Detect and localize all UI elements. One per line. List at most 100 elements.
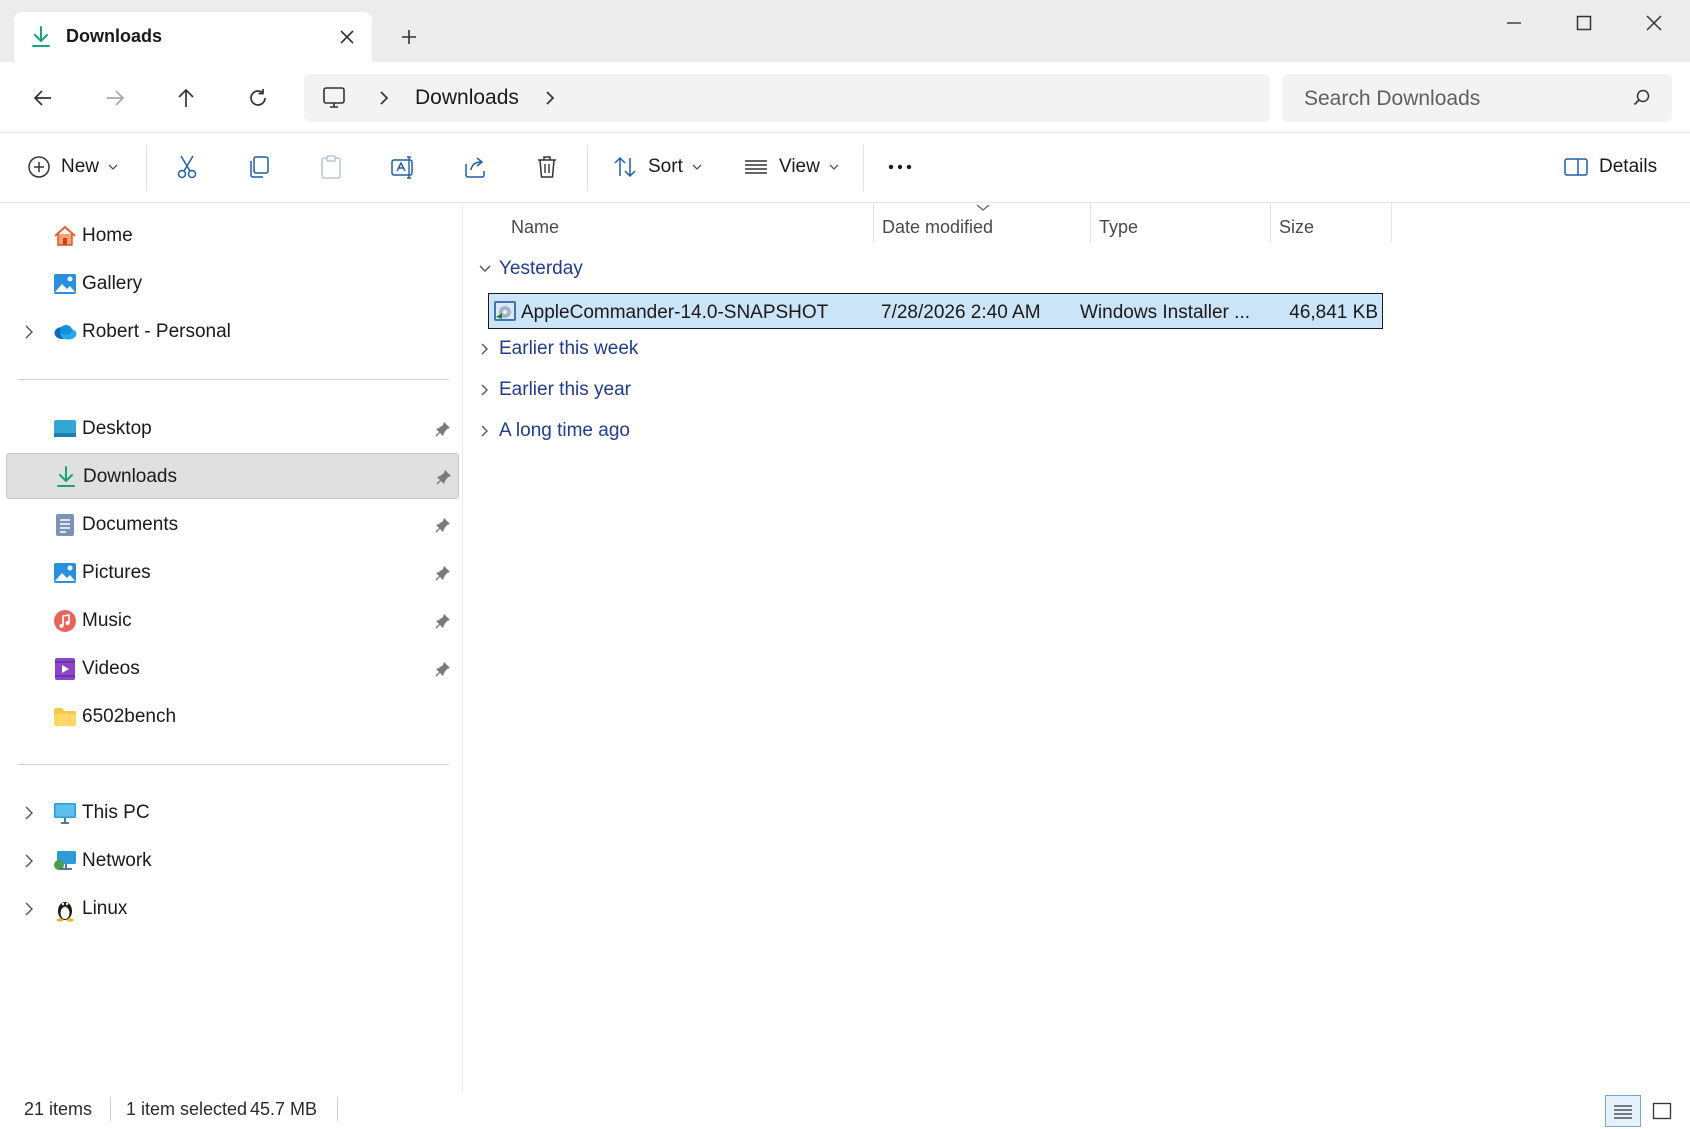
sidebar-item-label: Robert - Personal [82, 321, 231, 342]
minimize-button[interactable] [1482, 0, 1546, 46]
home-icon [54, 225, 76, 246]
chevron-right-icon[interactable] [374, 88, 394, 108]
pin-icon[interactable] [434, 420, 452, 438]
sidebar-item-linux[interactable]: Linux [6, 886, 459, 932]
column-header-label: Date modified [882, 217, 994, 237]
paste-button[interactable] [318, 145, 344, 189]
sidebar-item-this-pc[interactable]: This PC [6, 790, 459, 836]
sidebar-item-label: Network [82, 850, 152, 871]
sidebar-item-label: Documents [82, 514, 179, 535]
file-explorer-window: Downloads Downloads Search Downloads New… [0, 0, 1690, 1129]
sort-icon [614, 156, 636, 178]
more-options-button[interactable] [886, 145, 914, 189]
breadcrumb-downloads[interactable]: Downloads [415, 86, 519, 110]
pin-icon[interactable] [434, 564, 452, 582]
details-label: Details [1599, 156, 1658, 177]
new-button[interactable]: New [27, 145, 119, 189]
chevron-right-icon[interactable] [20, 323, 38, 341]
sidebar-item-videos[interactable]: Videos [6, 646, 459, 692]
sidebar-item-documents[interactable]: Documents [6, 502, 459, 548]
chevron-right-icon[interactable] [20, 804, 38, 822]
chevron-right-icon[interactable] [20, 852, 38, 870]
details-pane-icon [1564, 158, 1588, 176]
sort-button[interactable]: Sort [612, 145, 703, 189]
msi-installer-icon [494, 301, 516, 321]
refresh-button[interactable] [236, 76, 280, 120]
share-icon [465, 157, 485, 178]
file-row[interactable]: AppleCommander-14.0-SNAPSHOT 7/28/2026 2… [488, 293, 1383, 329]
details-view-toggle[interactable] [1605, 1095, 1641, 1127]
linux-icon [56, 902, 74, 922]
network-icon [54, 851, 76, 870]
sidebar-item-label: Music [82, 610, 132, 631]
download-icon [57, 466, 75, 487]
breadcrumb[interactable]: Downloads [304, 74, 1270, 122]
selection-size: 45.7 MB [250, 1099, 318, 1119]
sidebar-item-pictures[interactable]: Pictures [6, 550, 459, 596]
details-view-icon [1614, 1105, 1632, 1119]
pin-icon[interactable] [434, 660, 452, 678]
file-name[interactable]: AppleCommander-14.0-SNAPSHOT [521, 302, 828, 324]
large-icons-view-toggle[interactable] [1644, 1095, 1680, 1127]
close-icon [340, 30, 354, 44]
maximize-button[interactable] [1552, 0, 1616, 46]
cut-button[interactable] [174, 145, 200, 189]
tab-downloads[interactable]: Downloads [14, 12, 372, 62]
pin-icon[interactable] [435, 468, 453, 486]
this-pc-icon[interactable] [320, 84, 348, 112]
details-pane-button[interactable]: Details [1563, 145, 1657, 189]
column-header-type[interactable]: Type [1091, 203, 1270, 247]
sidebar-item-music[interactable]: Music [6, 598, 459, 644]
sidebar-item-downloads[interactable]: Downloads [6, 453, 459, 499]
sidebar-item-desktop[interactable]: Desktop [6, 406, 459, 452]
column-divider[interactable] [1391, 203, 1392, 243]
sidebar-item-label: Pictures [82, 562, 151, 583]
sidebar-item-label: This PC [82, 802, 150, 823]
view-button[interactable]: View [743, 145, 840, 189]
close-window-button[interactable] [1622, 0, 1686, 46]
arrow-up-icon [178, 88, 194, 107]
sidebar-item-network[interactable]: Network [6, 838, 459, 884]
sidebar-item-label: Gallery [82, 273, 143, 294]
sidebar-item-gallery[interactable]: Gallery [6, 261, 459, 307]
group-label: Earlier this year [499, 379, 631, 400]
rename-button[interactable] [390, 145, 416, 189]
pin-icon[interactable] [434, 612, 452, 630]
delete-button[interactable] [534, 145, 560, 189]
back-button[interactable] [21, 76, 65, 120]
chevron-right-icon[interactable] [540, 88, 560, 108]
copy-button[interactable] [246, 145, 272, 189]
arrow-left-icon [33, 90, 51, 106]
item-count: 21 items [24, 1099, 93, 1119]
copy-icon [250, 156, 269, 178]
sidebar-item-6502bench[interactable]: 6502bench [6, 694, 459, 740]
plus-circle-icon [28, 156, 50, 178]
status-bar: 21 items 1 item selected 45.7 MB [0, 1093, 1690, 1129]
toolbar-divider [587, 145, 588, 191]
forward-button[interactable] [93, 76, 137, 120]
column-header-size[interactable]: Size [1271, 203, 1391, 247]
up-button[interactable] [164, 76, 208, 120]
sidebar-item-home[interactable]: Home [6, 213, 459, 259]
share-button[interactable] [462, 145, 488, 189]
search-icon [1633, 89, 1650, 106]
new-tab-button[interactable] [392, 20, 426, 54]
list-view-icon [745, 160, 767, 174]
sort-descending-icon [976, 204, 990, 211]
search-box[interactable] [1282, 74, 1672, 122]
chevron-right-icon[interactable] [20, 900, 38, 918]
column-header-name[interactable]: Name [463, 203, 873, 247]
close-tab-button[interactable] [332, 22, 362, 52]
chevron-down-icon [108, 164, 118, 170]
file-date-modified: 7/28/2026 2:40 AM [881, 302, 1041, 323]
address-bar: Downloads [0, 62, 1690, 133]
status-divider [337, 1097, 338, 1121]
scissors-icon [177, 155, 197, 179]
group-label: Yesterday [499, 258, 583, 279]
maximize-icon [1576, 15, 1592, 31]
sidebar-item-onedrive[interactable]: Robert - Personal [6, 309, 459, 355]
pin-icon[interactable] [434, 516, 452, 534]
search-input[interactable] [1302, 84, 1626, 114]
file-type: Windows Installer ... [1080, 302, 1250, 323]
column-header-label: Name [511, 217, 560, 237]
